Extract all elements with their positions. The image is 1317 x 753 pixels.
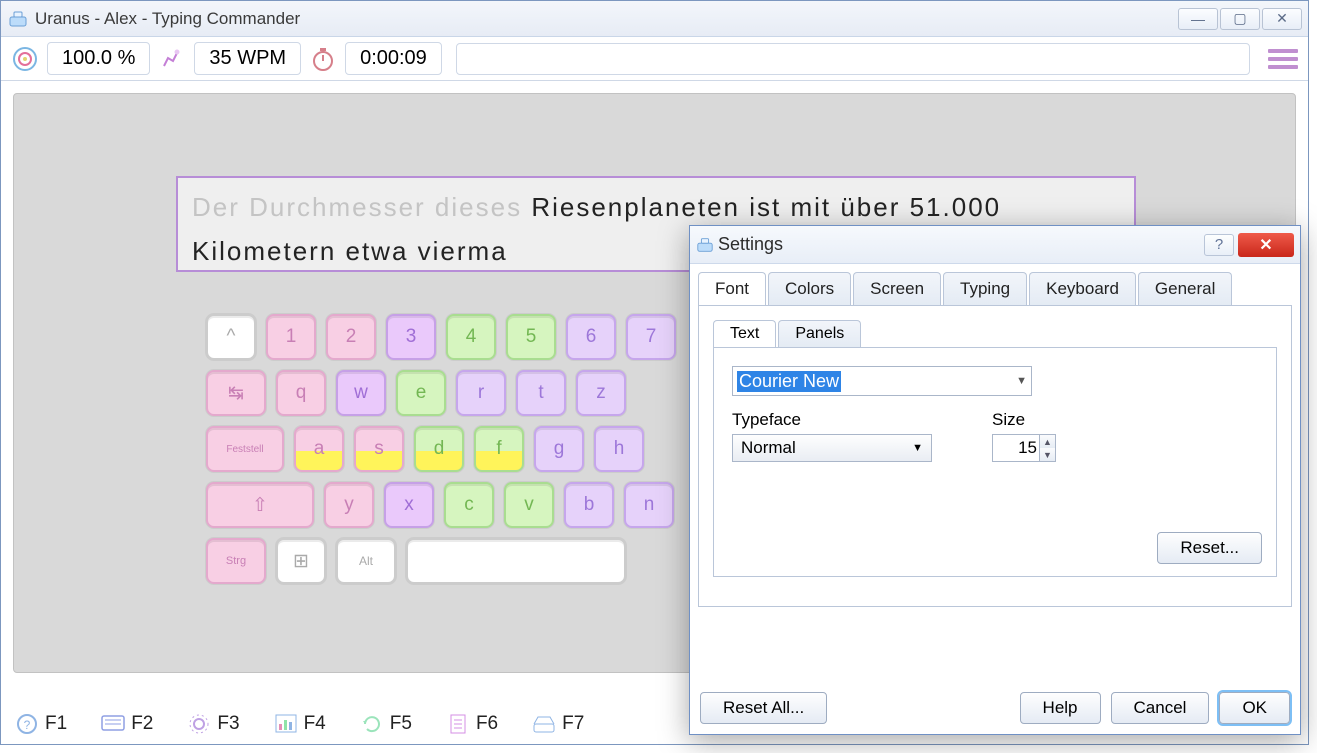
reset-all-button[interactable]: Reset All... — [700, 692, 827, 724]
key-5: 5 — [506, 314, 556, 360]
reset-button[interactable]: Reset... — [1157, 532, 1262, 564]
size-value: 15 — [1018, 438, 1037, 458]
key-n: n — [624, 482, 674, 528]
fkey-f6[interactable]: F6 — [446, 712, 498, 736]
minimize-button[interactable]: — — [1178, 8, 1218, 30]
key-g: g — [534, 426, 584, 472]
typed-text: Der Durchmesser dieses — [192, 192, 531, 222]
fkey-f7[interactable]: F7 — [532, 712, 584, 736]
cancel-button[interactable]: Cancel — [1111, 692, 1210, 724]
runner-icon — [158, 45, 186, 73]
help-button[interactable]: Help — [1020, 692, 1101, 724]
key-d: d — [414, 426, 464, 472]
tray-icon — [532, 712, 556, 736]
stats-bar: 100.0 % 35 WPM 0:00:09 — [1, 37, 1308, 81]
key-c: c — [444, 482, 494, 528]
spinner-down-icon[interactable]: ▼ — [1040, 448, 1055, 461]
tab-body: Text Panels Courier New ▼ Typeface Norma… — [698, 305, 1292, 607]
key-6: 6 — [566, 314, 616, 360]
key-h: h — [594, 426, 644, 472]
key-b: b — [564, 482, 614, 528]
fkey-f2[interactable]: F2 — [101, 712, 153, 736]
titlebar: Uranus - Alex - Typing Commander — ▢ ✕ — [1, 1, 1308, 37]
key-alt: Alt — [336, 538, 396, 584]
fkey-f5[interactable]: F5 — [360, 712, 412, 736]
chevron-down-icon: ▼ — [912, 442, 923, 454]
key-q: q — [276, 370, 326, 416]
subtab-text[interactable]: Text — [713, 320, 776, 347]
tab-general[interactable]: General — [1138, 272, 1232, 305]
tab-colors[interactable]: Colors — [768, 272, 851, 305]
key-ctrl: Strg — [206, 538, 266, 584]
dialog-help-button[interactable]: ? — [1204, 234, 1234, 256]
key-tab: ↹ — [206, 370, 266, 416]
stopwatch-icon — [309, 45, 337, 73]
key-v: v — [504, 482, 554, 528]
progress-box — [456, 43, 1250, 75]
dialog-tabs: Font Colors Screen Typing Keyboard Gener… — [690, 264, 1300, 305]
key-w: w — [336, 370, 386, 416]
key-1: 1 — [266, 314, 316, 360]
size-spinner[interactable]: 15 ▲▼ — [992, 434, 1056, 462]
key-4: 4 — [446, 314, 496, 360]
key-f: f — [474, 426, 524, 472]
target-icon — [11, 45, 39, 73]
font-name-value: Courier New — [737, 371, 841, 392]
key-7: 7 — [626, 314, 676, 360]
subtab-panels[interactable]: Panels — [778, 320, 861, 347]
settings-dialog: Settings ? ✕ Font Colors Screen Typing K… — [689, 225, 1301, 735]
key-t: t — [516, 370, 566, 416]
typeface-value: Normal — [741, 438, 796, 458]
key-win: ⊞ — [276, 538, 326, 584]
help-icon: ? — [15, 712, 39, 736]
chart-icon — [274, 712, 298, 736]
close-button[interactable]: ✕ — [1262, 8, 1302, 30]
chevron-down-icon: ▼ — [1016, 375, 1027, 387]
spinner-up-icon[interactable]: ▲ — [1040, 435, 1055, 448]
fkey-f3[interactable]: F3 — [187, 712, 239, 736]
tab-typing[interactable]: Typing — [943, 272, 1027, 305]
subtab-body: Courier New ▼ Typeface Normal ▼ Size 15 ▲… — [713, 347, 1277, 577]
key-y: y — [324, 482, 374, 528]
document-icon — [446, 712, 470, 736]
key-x: x — [384, 482, 434, 528]
key-a: a — [294, 426, 344, 472]
key-3: 3 — [386, 314, 436, 360]
function-key-bar: ?F1 F2 F3 F4 F5 F6 F7 — [15, 712, 584, 736]
fkey-f4[interactable]: F4 — [274, 712, 326, 736]
gear-icon — [187, 712, 211, 736]
svg-text:?: ? — [24, 718, 31, 732]
key-e: e — [396, 370, 446, 416]
key-r: r — [456, 370, 506, 416]
key-caret: ^ — [206, 314, 256, 360]
dialog-title: Settings — [718, 234, 783, 255]
keyboard-icon — [101, 712, 125, 736]
key-space — [406, 538, 626, 584]
speed-value: 35 WPM — [194, 42, 301, 75]
key-s: s — [354, 426, 404, 472]
time-value: 0:00:09 — [345, 42, 442, 75]
key-z: z — [576, 370, 626, 416]
tab-screen[interactable]: Screen — [853, 272, 941, 305]
dialog-icon — [696, 236, 714, 254]
typeface-label: Typeface — [732, 410, 932, 430]
ok-button[interactable]: OK — [1219, 692, 1290, 724]
font-name-combo[interactable]: Courier New ▼ — [732, 366, 1032, 396]
reload-icon — [360, 712, 384, 736]
dialog-close-button[interactable]: ✕ — [1238, 233, 1294, 257]
app-icon — [7, 8, 29, 30]
menu-button[interactable] — [1268, 49, 1298, 69]
key-shift: ⇧ — [206, 482, 314, 528]
key-capslock: Feststell — [206, 426, 284, 472]
typeface-select[interactable]: Normal ▼ — [732, 434, 932, 462]
dialog-titlebar: Settings ? ✕ — [690, 226, 1300, 264]
accuracy-value: 100.0 % — [47, 42, 150, 75]
maximize-button[interactable]: ▢ — [1220, 8, 1260, 30]
key-2: 2 — [326, 314, 376, 360]
fkey-f1[interactable]: ?F1 — [15, 712, 67, 736]
size-label: Size — [992, 410, 1056, 430]
tab-keyboard[interactable]: Keyboard — [1029, 272, 1136, 305]
tab-font[interactable]: Font — [698, 272, 766, 305]
window-title: Uranus - Alex - Typing Commander — [35, 9, 300, 29]
